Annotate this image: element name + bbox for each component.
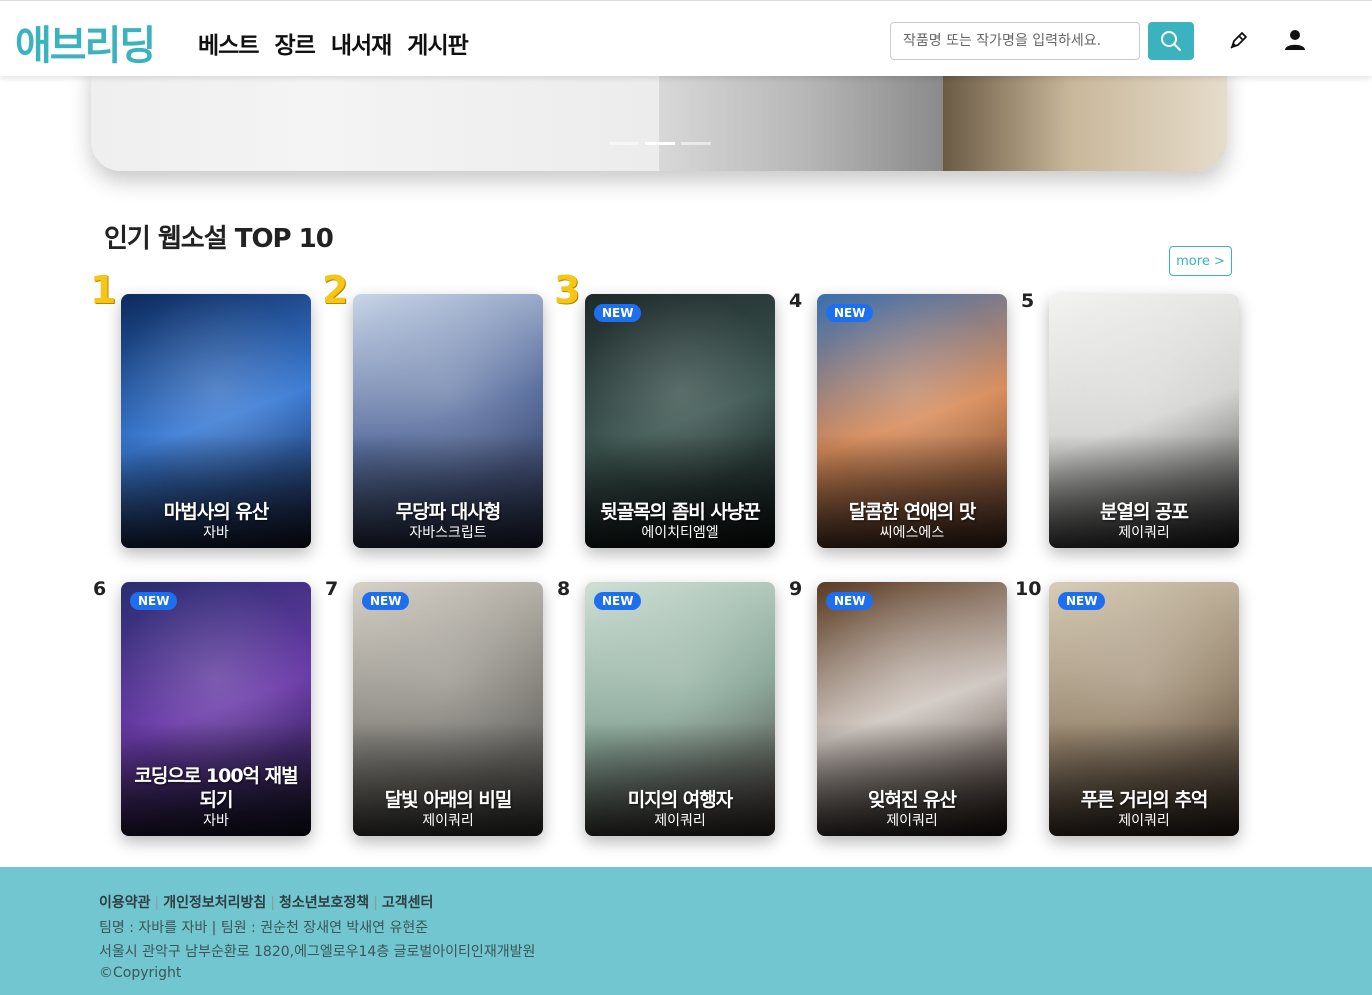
header: 애브리딩 베스트 장르 내서재 게시판: [0, 0, 1372, 76]
book-card[interactable]: NEW 미지의 여행자제이쿼리: [585, 582, 775, 836]
book-card[interactable]: NEW 잊혀진 유산제이쿼리: [817, 582, 1007, 836]
profile-button[interactable]: [1282, 27, 1308, 53]
book-card[interactable]: 무당파 대사형자바스크립트: [353, 294, 543, 548]
footer-link-privacy[interactable]: 개인정보처리방침: [163, 895, 266, 911]
nav-board[interactable]: 게시판: [407, 26, 468, 60]
book-author: 자바: [203, 813, 229, 829]
rank-number: 1: [90, 268, 117, 312]
book-card[interactable]: NEW 뒷골목의 좀비 사냥꾼에이치티엠엘: [585, 294, 775, 548]
divider: |: [154, 895, 160, 911]
footer-copyright: ©Copyright: [99, 965, 182, 981]
book-card[interactable]: NEW 푸른 거리의 추억제이쿼리: [1049, 582, 1239, 836]
search-button[interactable]: [1148, 22, 1194, 60]
search-input[interactable]: [890, 22, 1140, 60]
banner-dot[interactable]: [609, 142, 639, 145]
footer: 이용약관 | 개인정보처리방침 | 청소년보호정책 | 고객센터 팀명 : 자바를 자바 |…: [0, 867, 1372, 995]
hero-banner[interactable]: [91, 60, 1227, 171]
more-button[interactable]: more >: [1169, 246, 1232, 276]
book-title: 달빛 아래의 비밀: [384, 789, 513, 811]
banner-dot[interactable]: [681, 142, 711, 145]
write-button[interactable]: [1226, 27, 1252, 53]
book-author: 에이치티엠엘: [641, 525, 719, 541]
book-title: 코딩으로 100억 재벌 되기: [134, 765, 298, 811]
book-author: 제이쿼리: [654, 813, 706, 829]
rank-number: 10: [1015, 578, 1042, 600]
rank-number: 3: [554, 268, 581, 312]
new-badge: NEW: [130, 592, 178, 610]
rank-number: 9: [789, 578, 803, 600]
book-card[interactable]: NEW 코딩으로 100억 재벌 되기자바: [121, 582, 311, 836]
book-title: 뒷골목의 좀비 사냥꾼: [600, 501, 761, 523]
rank-number: 5: [1021, 290, 1035, 312]
book-author: 제이쿼리: [422, 813, 474, 829]
book-title: 분열의 공포: [1099, 501, 1189, 523]
user-icon: [1285, 30, 1305, 50]
section-title: 인기 웹소설 TOP 10: [104, 224, 334, 254]
book-author: 제이쿼리: [886, 813, 938, 829]
book-author: 제이쿼리: [1118, 813, 1170, 829]
book-author: 자바스크립트: [409, 525, 487, 541]
divider: |: [373, 895, 378, 911]
footer-link-support[interactable]: 고객센터: [382, 895, 434, 911]
banner-pagination: [609, 142, 711, 145]
book-title: 무당파 대사형: [395, 501, 502, 523]
banner-slide-image: [943, 60, 1227, 171]
book-title: 달콤한 연애의 맛: [848, 501, 977, 523]
nav-best[interactable]: 베스트: [198, 26, 259, 60]
book-title: 미지의 여행자: [627, 789, 734, 811]
new-badge: NEW: [1058, 592, 1106, 610]
book-card[interactable]: 마법사의 유산자바: [121, 294, 311, 548]
book-author: 제이쿼리: [1118, 525, 1170, 541]
book-card[interactable]: 분열의 공포제이쿼리: [1049, 294, 1239, 548]
book-author: 씨에스에스: [879, 525, 945, 541]
logo[interactable]: 애브리딩: [15, 13, 156, 71]
rank-number: 2: [322, 268, 349, 312]
rank-number: 4: [789, 290, 803, 312]
search-icon: [1161, 31, 1182, 52]
rank-number: 7: [325, 578, 339, 600]
banner-dot-active[interactable]: [645, 142, 675, 145]
divider: |: [270, 895, 276, 911]
rank-number: 6: [93, 578, 107, 600]
footer-links: 이용약관 | 개인정보처리방침 | 청소년보호정책 | 고객센터: [99, 892, 433, 912]
main-nav: 베스트 장르 내서재 게시판: [198, 26, 469, 60]
nav-library[interactable]: 내서재: [331, 26, 392, 60]
footer-address: 서울시 관악구 남부순환로 1820,에그엘로우14층 글로벌아이티인재개발원: [99, 944, 536, 960]
banner-slide-image: [659, 60, 943, 171]
footer-link-youth[interactable]: 청소년보호정책: [279, 895, 369, 911]
book-author: 자바: [203, 525, 229, 541]
new-badge: NEW: [826, 592, 874, 610]
book-title: 잊혀진 유산: [867, 789, 957, 811]
nav-genre[interactable]: 장르: [274, 26, 315, 60]
footer-link-terms[interactable]: 이용약관: [99, 895, 151, 911]
pen-icon: [1230, 32, 1247, 49]
book-title: 푸른 거리의 추억: [1080, 789, 1209, 811]
book-card[interactable]: NEW 달콤한 연애의 맛씨에스에스: [817, 294, 1007, 548]
banner-slide-image: [91, 60, 659, 171]
rank-number: 8: [557, 578, 571, 600]
book-title: 마법사의 유산: [163, 501, 270, 523]
new-badge: NEW: [362, 592, 410, 610]
book-card[interactable]: NEW 달빛 아래의 비밀제이쿼리: [353, 582, 543, 836]
footer-team: 팀명 : 자바를 자바 | 팀원 : 권순천 장새연 박새연 유현준: [99, 920, 429, 936]
new-badge: NEW: [594, 592, 642, 610]
new-badge: NEW: [594, 304, 642, 322]
new-badge: NEW: [826, 304, 874, 322]
